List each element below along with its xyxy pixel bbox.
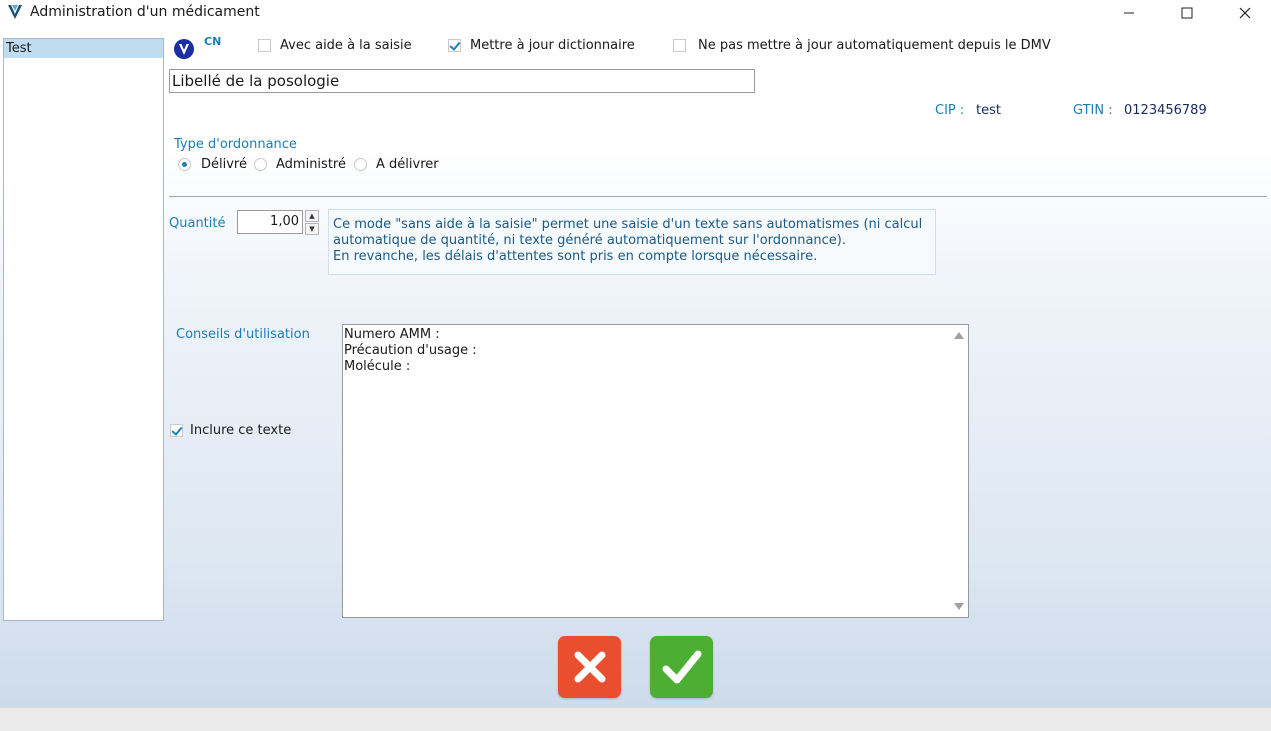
quantite-label: Quantité (169, 216, 226, 231)
inclure-texte-label: Inclure ce texte (190, 423, 292, 438)
minimize-button[interactable] (1106, 0, 1152, 26)
quantite-decrement-button[interactable]: ▼ (305, 223, 319, 235)
radio-delivre-label: Délivré (201, 157, 247, 172)
info-message: Ce mode "sans aide à la saisie" permet u… (328, 209, 936, 275)
type-ordonnance-label: Type d'ordonnance (174, 137, 297, 152)
radio-a-delivrer[interactable]: A délivrer (354, 157, 439, 172)
radio-button[interactable] (354, 158, 367, 171)
radio-button[interactable] (178, 158, 191, 171)
minimize-icon (1124, 12, 1134, 14)
radio-a-delivrer-label: A délivrer (376, 157, 439, 172)
checkbox-box[interactable] (258, 39, 271, 52)
checkbox-box[interactable] (170, 424, 183, 437)
radio-administre[interactable]: Administré (254, 157, 346, 172)
status-bar (0, 707, 1271, 731)
ok-button[interactable] (650, 636, 713, 698)
cancel-button[interactable] (558, 636, 621, 698)
medication-list[interactable]: Test (3, 38, 164, 621)
close-icon (1239, 7, 1251, 19)
conseils-textarea[interactable]: Numero AMM : Précaution d'usage : Molécu… (342, 324, 969, 618)
maximize-button[interactable] (1164, 0, 1210, 26)
info-line: Ce mode "sans aide à la saisie" permet u… (333, 217, 923, 232)
cip-value: test (976, 103, 1001, 118)
conseils-line: Numero AMM : (344, 327, 440, 342)
mettre-a-jour-checkbox[interactable]: Mettre à jour dictionnaire (448, 38, 635, 53)
list-item[interactable]: Test (4, 39, 163, 58)
radio-button[interactable] (254, 158, 267, 171)
cn-label: CN (204, 35, 222, 48)
arrow-down-icon: ▼ (309, 225, 315, 233)
cross-icon (574, 651, 605, 683)
vertical-scrollbar[interactable] (950, 325, 968, 617)
cip-label: CIP : (935, 103, 965, 118)
maximize-icon (1181, 7, 1193, 19)
app-logo-icon (8, 5, 22, 19)
ne-pas-mettre-a-jour-label: Ne pas mettre à jour automatiquement dep… (698, 38, 1051, 53)
checkmark-icon (662, 650, 701, 684)
posologie-input[interactable]: Libellé de la posologie (169, 69, 755, 93)
conseils-label: Conseils d'utilisation (176, 327, 310, 342)
radio-delivre[interactable]: Délivré (178, 157, 247, 172)
conseils-line: Précaution d'usage : (344, 343, 477, 358)
mettre-a-jour-label: Mettre à jour dictionnaire (470, 38, 635, 53)
radio-administre-label: Administré (276, 157, 346, 172)
quantite-increment-button[interactable]: ▲ (305, 210, 319, 222)
arrow-up-icon: ▲ (309, 212, 315, 220)
separator (169, 196, 1267, 197)
checkbox-box[interactable] (673, 39, 686, 52)
conseils-line: Molécule : (344, 359, 411, 374)
cn-logo-icon (174, 39, 194, 59)
gtin-value: 0123456789 (1124, 103, 1207, 118)
window-title: Administration d'un médicament (30, 4, 260, 20)
ne-pas-mettre-a-jour-checkbox[interactable]: Ne pas mettre à jour automatiquement dep… (673, 38, 1051, 53)
title-bar: Administration d'un médicament (0, 0, 1271, 26)
close-button[interactable] (1222, 0, 1268, 26)
avec-aide-checkbox[interactable]: Avec aide à la saisie (258, 38, 412, 53)
gtin-label: GTIN : (1073, 103, 1113, 118)
checkbox-box[interactable] (448, 39, 461, 52)
scroll-up-icon[interactable] (954, 332, 964, 339)
scroll-down-icon[interactable] (954, 603, 964, 610)
info-line: automatique de quantité, ni texte généré… (333, 233, 847, 248)
quantite-input[interactable]: 1,00 (237, 210, 303, 234)
info-line: En revanche, les délais d'attentes sont … (333, 249, 818, 264)
avec-aide-label: Avec aide à la saisie (280, 38, 412, 53)
inclure-texte-checkbox[interactable]: Inclure ce texte (170, 423, 291, 438)
